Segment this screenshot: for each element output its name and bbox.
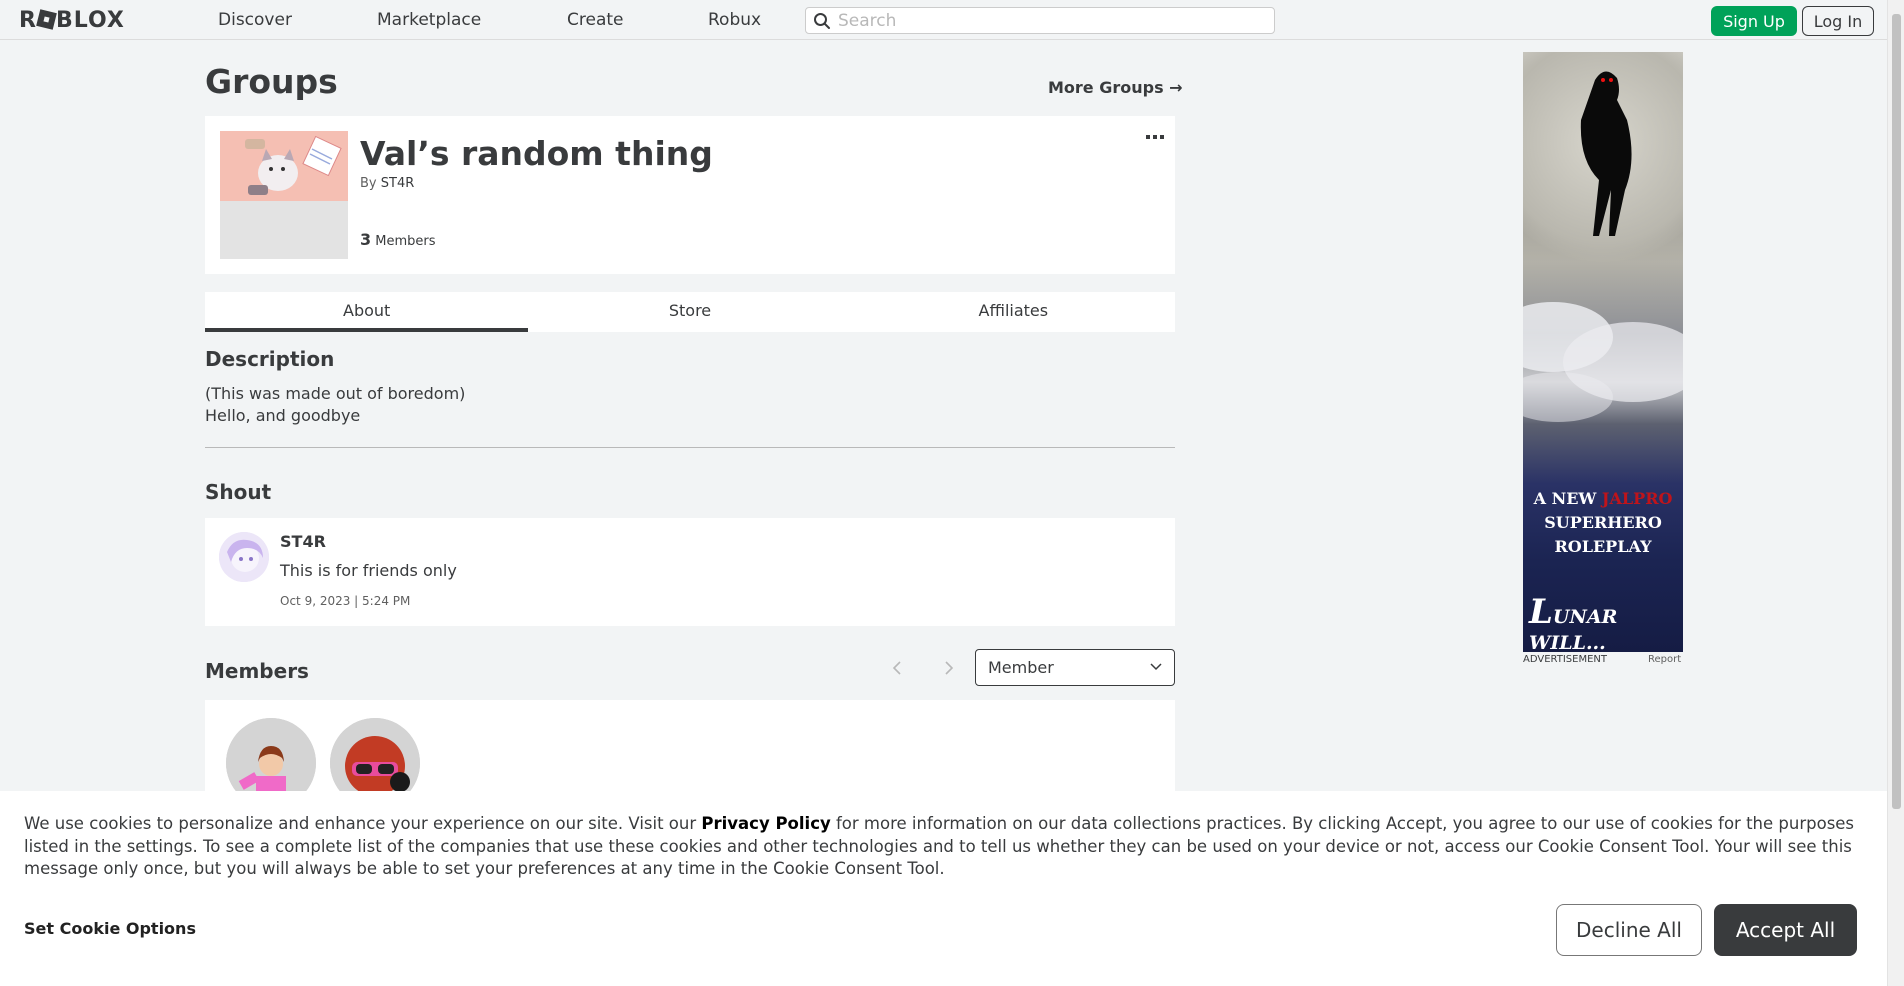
cookie-banner: We use cookies to personalize and enhanc… (0, 791, 1887, 986)
logo-o-mark (36, 9, 57, 30)
avatar-headshot-icon (226, 718, 316, 800)
group-owner: By ST4R (360, 176, 414, 191)
member-count-number: 3 (360, 230, 372, 249)
member-count-label: Members (375, 234, 436, 249)
chevron-right-icon[interactable] (934, 656, 964, 680)
group-owner-link[interactable]: ST4R (381, 176, 415, 191)
ad-line3: ROLEPLAY (1554, 537, 1652, 556)
accept-all-button[interactable]: Accept All (1714, 904, 1857, 956)
member-avatar[interactable] (330, 718, 420, 800)
description-line: (This was made out of boredom) (205, 384, 466, 403)
search-box (805, 7, 1275, 34)
more-groups-link[interactable]: More Groups → (1048, 78, 1183, 97)
shout-timestamp: Oct 9, 2023 | 5:24 PM (280, 594, 411, 608)
advertisement-label: ADVERTISEMENT (1523, 654, 1608, 665)
chevron-down-icon (1150, 663, 1162, 671)
group-emblem (220, 131, 348, 259)
ad-brand-logo: LUNAR WILL... (1529, 592, 1618, 652)
nav-discover[interactable]: Discover (218, 10, 292, 30)
group-tabs: About Store Affiliates (205, 292, 1175, 332)
group-name: Val’s random thing (360, 134, 713, 173)
avatar-headshot-icon (330, 718, 420, 800)
member-avatar[interactable] (226, 718, 316, 800)
advertisement-banner[interactable]: A NEW JALPRO SUPERHERO ROLEPLAY LUNAR WI… (1523, 52, 1683, 652)
role-dropdown-value: Member (988, 658, 1054, 677)
search-input[interactable] (838, 10, 1258, 32)
roblox-logo[interactable]: R BLOX (19, 8, 125, 33)
log-in-button[interactable]: Log In (1802, 6, 1874, 36)
shout-username[interactable]: ST4R (280, 532, 326, 551)
group-emblem-image (220, 131, 348, 201)
ad-line1-highlight: JALPRO (1601, 489, 1673, 508)
nav-marketplace[interactable]: Marketplace (377, 10, 481, 30)
top-navigation: R BLOX Discover Marketplace Create Robux … (0, 0, 1904, 40)
members-list (205, 700, 1175, 800)
more-options-icon[interactable] (1145, 132, 1165, 142)
nav-create[interactable]: Create (567, 10, 624, 30)
privacy-policy-link[interactable]: Privacy Policy (701, 814, 830, 833)
decline-all-button[interactable]: Decline All (1556, 904, 1702, 956)
cat-illustration-icon (220, 131, 348, 201)
scrollbar-thumb[interactable] (1892, 14, 1901, 809)
cookie-message: We use cookies to personalize and enhanc… (24, 814, 1855, 878)
ad-line1: A NEW (1533, 489, 1602, 508)
ad-hero-figure (1580, 71, 1632, 236)
page-title: Groups (205, 62, 338, 101)
shout-card: ST4R This is for friends only Oct 9, 202… (205, 518, 1175, 626)
set-cookie-options-link[interactable]: Set Cookie Options (24, 919, 196, 938)
nav-robux[interactable]: Robux (708, 10, 761, 30)
tab-affiliates[interactable]: Affiliates (852, 292, 1175, 332)
sign-up-button[interactable]: Sign Up (1711, 6, 1797, 36)
shout-heading: Shout (205, 480, 272, 504)
ad-line2: SUPERHERO (1544, 513, 1662, 532)
page-scrollbar[interactable] (1887, 0, 1904, 986)
tab-store[interactable]: Store (528, 292, 851, 332)
group-header-card: Val’s random thing By ST4R 3 Members (205, 116, 1175, 274)
description-heading: Description (205, 347, 335, 371)
avatar-headshot-icon (219, 532, 269, 582)
members-heading: Members (205, 659, 309, 683)
description-line: Hello, and goodbye (205, 406, 361, 425)
search-icon[interactable] (813, 12, 831, 30)
tab-about[interactable]: About (205, 292, 529, 332)
group-member-count: 3 Members (360, 230, 436, 249)
section-divider (205, 447, 1175, 448)
shout-avatar[interactable] (219, 532, 269, 582)
ad-headline: A NEW JALPRO SUPERHERO ROLEPLAY (1523, 487, 1683, 559)
group-owner-prefix: By (360, 176, 377, 191)
report-ad-link[interactable]: Report (1648, 654, 1681, 665)
chevron-left-icon[interactable] (882, 656, 912, 680)
shout-message: This is for friends only (280, 561, 457, 580)
member-role-dropdown[interactable]: Member (975, 649, 1175, 686)
description-text: (This was made out of boredom) Hello, an… (205, 383, 465, 427)
